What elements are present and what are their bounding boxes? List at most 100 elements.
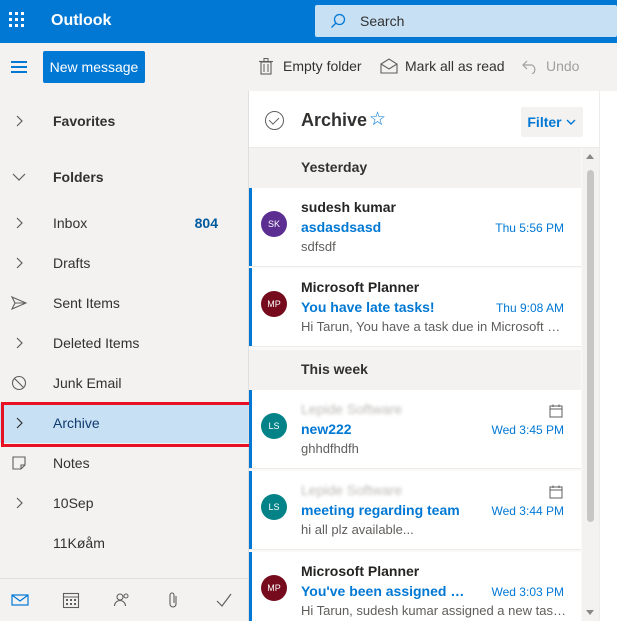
sidebar-item-label: Notes [53,455,90,471]
trash-icon [259,58,273,75]
folders-label: Folders [53,169,104,185]
search-box[interactable]: Search [315,5,617,37]
app-launcher-icon[interactable] [8,11,28,31]
sidebar-item-label: 11Køåm [53,535,105,551]
mark-all-read-button[interactable]: Mark all as read [405,58,505,74]
timestamp: Thu 5:56 PM [495,221,564,235]
empty-folder-button[interactable]: Empty folder [283,58,362,74]
top-bar: Outlook Search [0,0,617,43]
chevron-right-icon[interactable] [11,215,27,231]
sender-name: Lepide Software [301,482,403,498]
tasks-check-icon[interactable] [215,591,233,609]
favorites-label: Favorites [53,113,116,129]
timestamp: Wed 3:44 PM [491,504,564,518]
timestamp: Wed 3:03 PM [491,585,564,599]
preview-text: ghhdfhdfh [301,441,359,456]
sidebar-item-junk-email[interactable]: Junk Email [0,363,248,403]
chevron-right-icon[interactable] [11,495,27,511]
undo-button[interactable]: Undo [546,58,579,74]
list-item[interactable]: LS Lepide Software new222 Wed 3:45 PM gh… [249,390,581,469]
sidebar-item-label: Archive [53,415,100,431]
new-message-button[interactable]: New message [43,51,145,83]
command-bar: New message Empty folder Mark all as rea… [0,43,617,91]
sidebar-item-label: Deleted Items [53,335,140,351]
people-icon[interactable] [113,591,131,609]
chevron-right-icon[interactable] [11,335,27,351]
avatar: SK [261,211,287,237]
preview-text: hi all plz available... [301,522,414,537]
timestamp: Wed 3:45 PM [491,423,564,437]
filter-button[interactable]: Filter [521,107,583,137]
sidebar-item-label: 10Sep [53,495,94,511]
note-icon [12,456,26,470]
subject: You've been assigned a task [301,583,469,599]
favorites-group[interactable]: Favorites [0,101,248,141]
sender-name: Lepide Software [301,401,403,417]
avatar: LS [261,413,287,439]
module-switcher [0,578,248,621]
preview-text: sdfsdf [301,239,336,254]
scroll-thumb[interactable] [587,170,594,522]
folder-title: Archive [301,110,368,130]
folders-group[interactable]: Folders [0,157,248,197]
message-list: Archive ☆ Filter Yesterday SK sudesh kum… [249,91,599,621]
sidebar-item-notes[interactable]: Notes [0,443,248,483]
sidebar-item-archive[interactable]: Archive [0,403,248,443]
sidebar-item-10sep[interactable]: 10Sep [0,483,248,523]
avatar: MP [261,575,287,601]
block-icon [11,375,27,391]
chevron-right-icon [16,115,23,127]
subject: new222 [301,421,352,437]
calendar-icon[interactable] [62,591,80,609]
group-header: This week [249,350,581,390]
select-all-checkbox[interactable] [265,111,284,130]
sidebar-item-inbox[interactable]: Inbox 804 [0,203,248,243]
attachment-icon[interactable] [164,591,182,609]
sidebar-item-deleted-items[interactable]: Deleted Items [0,323,248,363]
sender-name: sudesh kumar [301,199,396,215]
preview-text: Hi Tarun, sudesh kumar assigned a new ta… [301,603,567,618]
list-item[interactable]: SK sudesh kumar asdasdsasd Thu 5:56 PM s… [249,188,581,267]
chevron-right-icon[interactable] [11,415,27,431]
unread-count: 804 [194,215,218,231]
scroll-down-arrow[interactable] [586,610,594,615]
avatar: MP [261,291,287,317]
mail-icon[interactable] [11,591,29,609]
timestamp: Thu 9:08 AM [495,301,564,315]
subject: You have late tasks! [301,299,435,315]
sidebar-item-label: Junk Email [53,375,122,391]
search-placeholder[interactable]: Search [360,13,404,29]
scroll-up-arrow[interactable] [586,154,594,159]
send-icon [11,295,27,311]
filter-label: Filter [527,114,562,130]
sender-name: Microsoft Planner [301,279,420,295]
sidebar-item-sent-items[interactable]: Sent Items [0,283,248,323]
chevron-down-icon [12,173,26,181]
chevron-right-icon[interactable] [11,255,27,271]
sidebar-item-11kaam[interactable]: 11Køåm [0,523,248,563]
folder-pane: Favorites Folders Inbox 804 Drafts Sent … [0,91,249,621]
calendar-invite-icon [549,404,563,418]
message-list-scrollbar[interactable] [582,148,599,621]
chevron-down-icon [566,119,576,125]
avatar: LS [261,494,287,520]
group-label: This week [301,361,368,377]
sender-name: Microsoft Planner [301,563,420,579]
favorite-star-icon[interactable]: ☆ [369,108,386,131]
search-icon [331,13,346,28]
group-header: Yesterday [249,148,581,188]
reading-pane [599,91,617,621]
list-item[interactable]: LS Lepide Software meeting regarding tea… [249,471,581,550]
hamburger-menu-icon[interactable] [11,61,27,73]
calendar-invite-icon [549,485,563,499]
undo-icon [522,60,536,74]
list-item[interactable]: MP Microsoft Planner You've been assigne… [249,552,581,621]
group-label: Yesterday [301,159,368,175]
sidebar-item-label: Inbox [53,215,88,231]
subject: meeting regarding team [301,502,460,518]
sidebar-item-drafts[interactable]: Drafts [0,243,248,283]
list-item[interactable]: MP Microsoft Planner You have late tasks… [249,268,581,347]
app-title[interactable]: Outlook [51,12,111,30]
subject: asdasdsasd [301,219,382,235]
preview-text: Hi Tarun, You have a task due in Microso… [301,319,567,334]
